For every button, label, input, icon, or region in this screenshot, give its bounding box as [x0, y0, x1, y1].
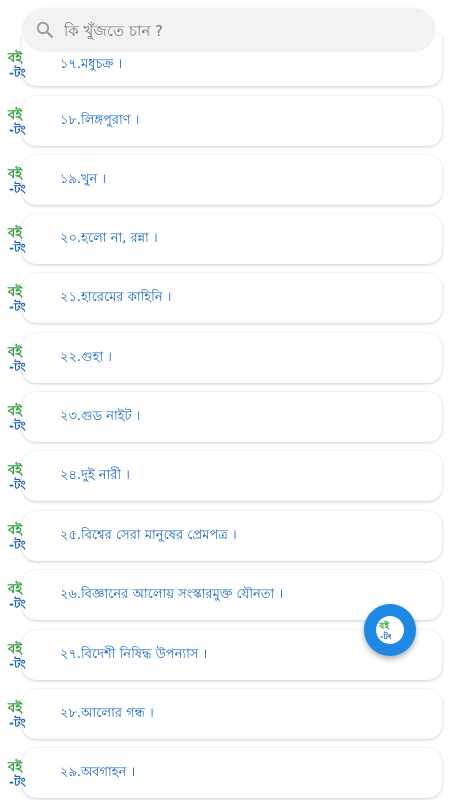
svg-text:বই: বই — [7, 165, 23, 182]
search-input[interactable] — [62, 16, 426, 46]
list-item-label: ১৮.লিঙ্গপুরাণ । — [60, 113, 140, 128]
svg-text:বই: বই — [7, 49, 23, 66]
search-icon[interactable] — [36, 21, 54, 39]
list-item[interactable]: বই -টং ২৫.বিশ্বের সেরা মানুষের প্রেমপত্র… — [0, 511, 450, 563]
list-item[interactable]: বই -টং ১৯.খুন । — [0, 155, 450, 207]
svg-text:-টং: -টং — [9, 537, 27, 552]
boi-tong-logo-icon: বই -টং — [7, 106, 27, 137]
list-item-label: ২০.হলো না, রন্না । — [60, 231, 158, 246]
list-item[interactable]: বই -টং ২৯.অবগাহন । — [0, 748, 450, 800]
boi-tong-logo-icon: বই -টং — [7, 165, 27, 196]
svg-text:-টং: -টং — [380, 630, 392, 641]
list-item[interactable]: বই -টং ২৮.আলোর গন্ধ । — [0, 689, 450, 741]
svg-text:বই: বই — [7, 283, 23, 300]
svg-text:-টং: -টং — [9, 181, 27, 196]
svg-text:বই: বই — [7, 521, 23, 538]
svg-text:বই: বই — [7, 106, 23, 123]
list-item-label: ২৩.গুড নাইট । — [60, 409, 141, 424]
svg-text:বই: বই — [7, 402, 23, 419]
svg-text:বই: বই — [7, 224, 23, 241]
boi-tong-logo-icon: বই -টং — [7, 699, 27, 730]
svg-text:-টং: -টং — [9, 65, 27, 80]
svg-text:বই: বই — [7, 640, 23, 657]
svg-text:-টং: -টং — [9, 596, 27, 611]
boi-tong-logo-icon: বই -টং — [7, 758, 27, 789]
svg-text:-টং: -টং — [9, 477, 27, 492]
list-item[interactable]: বই -টং ১৮.লিঙ্গপুরাণ । — [0, 96, 450, 148]
list-item-label: ২৭.বিদেশী নিষিদ্ধ উপন্যাস । — [60, 647, 208, 662]
list-item-label: ২৯.অবগাহন । — [60, 765, 136, 780]
list-item-label: ১৭.মধুচক্র । — [60, 57, 123, 72]
svg-text:-টং: -টং — [9, 122, 27, 137]
list-item-label: ২৮.আলোর গন্ধ । — [60, 706, 154, 721]
boi-tong-logo-icon: বই -টং — [7, 402, 27, 433]
boi-tong-logo-icon: বই -টং — [7, 224, 27, 255]
svg-text:বই: বই — [7, 699, 23, 716]
list-item-label: ২৫.বিশ্বের সেরা মানুষের প্রেমপত্র । — [60, 528, 237, 543]
book-list: বই -টং ১৭.মধুচক্র । বই -টং ১৮.লিঙ্গপুরাণ… — [0, 0, 450, 800]
svg-text:-টং: -টং — [9, 656, 27, 671]
list-item[interactable]: বই -টং ২৪.দুই নারী । — [0, 451, 450, 503]
boi-tong-logo-icon: বই -টং — [7, 461, 27, 492]
svg-text:-টং: -টং — [9, 715, 27, 730]
list-item-label: ২১.হারেমের কাহিনি । — [60, 290, 172, 305]
list-item-label: ১৯.খুন । — [60, 172, 107, 187]
floating-action-button[interactable]: বই -টং — [364, 604, 416, 656]
list-item-label: ২৪.দুই নারী । — [60, 468, 130, 483]
svg-text:-টং: -টং — [9, 774, 27, 789]
svg-text:-টং: -টং — [9, 299, 27, 314]
list-item-label: ২৬.বিজ্ঞানের আলোয় সংস্কারমুক্ত যৌনতা । — [60, 587, 284, 602]
svg-text:বই: বই — [378, 619, 390, 631]
list-item[interactable]: বই -টং ২৩.গুড নাইট । — [0, 392, 450, 444]
svg-text:-টং: -টং — [9, 359, 27, 374]
svg-text:বই: বই — [7, 758, 23, 775]
svg-text:বই: বই — [7, 461, 23, 478]
boi-tong-logo-icon: বই -টং — [7, 343, 27, 374]
boi-tong-logo-icon: বই -টং — [7, 640, 27, 671]
boi-tong-logo-icon: বই -টং — [7, 580, 27, 611]
svg-text:বই: বই — [7, 343, 23, 360]
search-bar[interactable] — [22, 8, 435, 52]
list-item[interactable]: বই -টং ২০.হলো না, রন্না । — [0, 214, 450, 266]
svg-text:-টং: -টং — [9, 240, 27, 255]
list-item[interactable]: বই -টং ২২.গুহা । — [0, 333, 450, 385]
boi-tong-logo-icon: বই -টং — [7, 49, 27, 80]
boi-tong-logo-icon: বই -টং — [378, 619, 392, 641]
boi-tong-logo-icon: বই -টং — [7, 521, 27, 552]
svg-text:বই: বই — [7, 580, 23, 597]
list-item-label: ২২.গুহা । — [60, 350, 112, 365]
list-item[interactable]: বই -টং ২১.হারেমের কাহিনি । — [0, 273, 450, 325]
boi-tong-logo-icon: বই -টং — [7, 283, 27, 314]
svg-text:-টং: -টং — [9, 418, 27, 433]
